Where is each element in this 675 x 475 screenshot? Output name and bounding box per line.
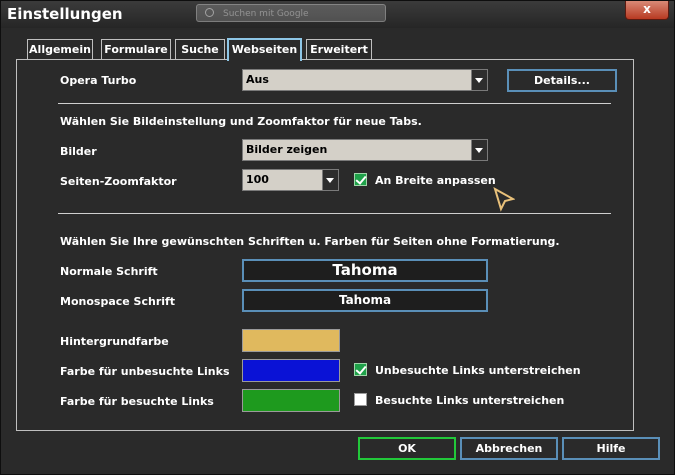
title-bar[interactable]: Einstellungen Suchen mit Google x bbox=[1, 1, 674, 28]
tab-webseiten[interactable]: Webseiten bbox=[227, 38, 302, 61]
background-search-field: Suchen mit Google bbox=[196, 4, 386, 22]
monospace-font-label: Monospace Schrift bbox=[60, 295, 176, 308]
fonts-section-heading: Wählen Sie Ihre gewünschten Schriften u.… bbox=[60, 235, 560, 248]
details-button[interactable]: Details... bbox=[507, 69, 617, 92]
separator bbox=[58, 213, 611, 214]
tab-formulare[interactable]: Formulare bbox=[101, 39, 171, 59]
close-button[interactable]: x bbox=[625, 1, 669, 20]
visited-underline-label[interactable]: Besuchte Links unterstreichen bbox=[375, 394, 564, 407]
window-title: Einstellungen bbox=[7, 5, 123, 23]
normal-font-label: Normale Schrift bbox=[60, 265, 158, 278]
visited-link-color-swatch[interactable] bbox=[242, 389, 340, 412]
monospace-font-button[interactable]: Tahoma bbox=[242, 289, 488, 312]
chevron-down-icon[interactable] bbox=[471, 70, 487, 90]
cancel-button[interactable]: Abbrechen bbox=[460, 437, 558, 460]
tab-allgemein[interactable]: Allgemein bbox=[27, 39, 93, 59]
images-value: Bilder zeigen bbox=[246, 143, 328, 156]
ok-button[interactable]: OK bbox=[358, 437, 456, 460]
normal-font-button[interactable]: Tahoma bbox=[242, 259, 488, 282]
zoom-value: 100 bbox=[246, 173, 269, 186]
images-section-heading: Wählen Sie Bildeinstellung und Zoomfakto… bbox=[60, 115, 422, 128]
tab-erweitert[interactable]: Erweitert bbox=[306, 39, 372, 59]
visited-underline-checkbox[interactable] bbox=[354, 393, 367, 406]
opera-turbo-label: Opera Turbo bbox=[60, 74, 137, 87]
chevron-down-icon[interactable] bbox=[322, 170, 338, 190]
visited-link-color-label: Farbe für besuchte Links bbox=[60, 395, 214, 408]
zoom-select[interactable]: 100 bbox=[242, 169, 339, 191]
chevron-down-icon[interactable] bbox=[471, 140, 487, 160]
unvisited-link-color-label: Farbe für unbesuchte Links bbox=[60, 365, 230, 378]
fit-width-checkbox[interactable] bbox=[354, 173, 367, 186]
search-placeholder: Suchen mit Google bbox=[223, 9, 309, 19]
fit-width-label[interactable]: An Breite anpassen bbox=[375, 174, 496, 187]
unvisited-link-color-swatch[interactable] bbox=[242, 359, 340, 382]
background-color-label: Hintergrundfarbe bbox=[60, 335, 169, 348]
separator bbox=[58, 103, 611, 104]
background-color-swatch[interactable] bbox=[242, 329, 340, 352]
settings-dialog: Einstellungen Suchen mit Google x Allgem… bbox=[0, 0, 675, 475]
mouse-pointer-icon bbox=[493, 187, 515, 212]
zoom-label: Seiten-Zoomfaktor bbox=[60, 175, 177, 188]
images-select[interactable]: Bilder zeigen bbox=[242, 139, 488, 161]
opera-turbo-value: Aus bbox=[246, 73, 269, 86]
unvisited-underline-label[interactable]: Unbesuchte Links unterstreichen bbox=[375, 364, 581, 377]
help-button[interactable]: Hilfe bbox=[562, 437, 660, 460]
opera-turbo-select[interactable]: Aus bbox=[242, 69, 488, 91]
unvisited-underline-checkbox[interactable] bbox=[354, 363, 367, 376]
tab-suche[interactable]: Suche bbox=[175, 39, 225, 59]
images-label: Bilder bbox=[60, 145, 97, 158]
search-icon bbox=[205, 8, 214, 17]
